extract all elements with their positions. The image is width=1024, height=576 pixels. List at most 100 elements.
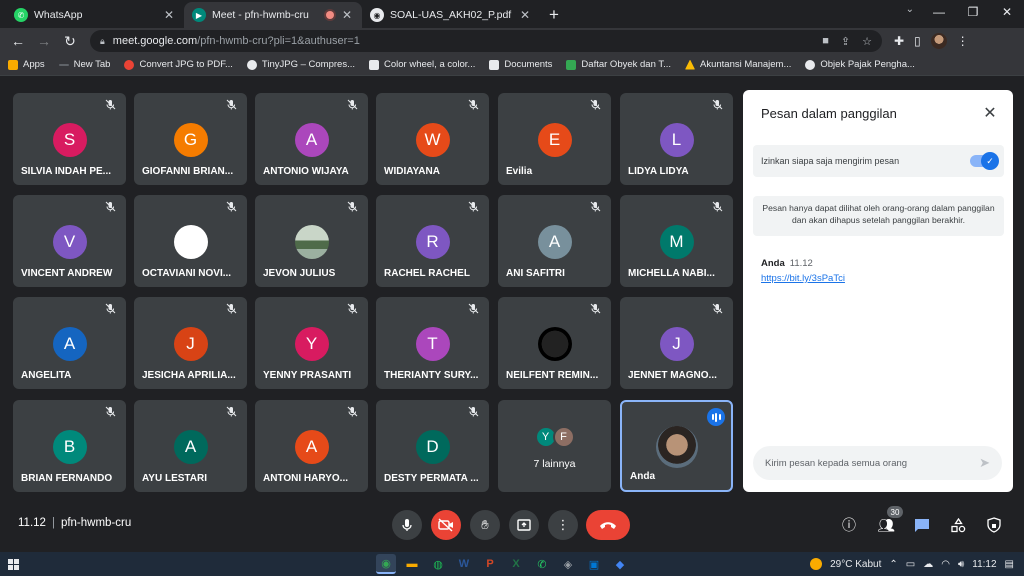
participant-tile[interactable]: S SILVIA INDAH PE... bbox=[13, 93, 126, 185]
microphone-button[interactable] bbox=[392, 510, 422, 540]
participant-tile[interactable]: NEILFENT REMIN... bbox=[498, 297, 611, 389]
raise-hand-button[interactable]: ✋︎ bbox=[470, 510, 500, 540]
reload-icon[interactable]: ↻ bbox=[58, 29, 82, 53]
participant-tile[interactable]: M MICHELLA NABI... bbox=[620, 195, 733, 287]
tab-close-icon[interactable]: ✕ bbox=[518, 8, 532, 22]
menu-kebab-icon[interactable]: ⋮ bbox=[957, 34, 969, 48]
bookmark-star-icon[interactable]: ☆ bbox=[862, 35, 872, 48]
tab-whatsapp[interactable]: ✆ WhatsApp ✕ bbox=[6, 2, 184, 28]
avatar: L bbox=[659, 123, 694, 157]
lock-icon[interactable]: 🔒︎ bbox=[100, 36, 105, 47]
more-avatars: Y F bbox=[534, 426, 575, 448]
participant-tile[interactable]: A ANI SAFITRI bbox=[498, 195, 611, 287]
more-participants-tile[interactable]: Y F 7 lainnya bbox=[498, 400, 611, 492]
taskbar-app-icon[interactable]: X bbox=[506, 554, 526, 574]
send-icon[interactable]: ➤ bbox=[979, 455, 990, 471]
bookmark-apps[interactable]: Apps bbox=[8, 59, 45, 70]
participant-tile[interactable]: A ANTONIO WIJAYA bbox=[255, 93, 368, 185]
tab-pdf[interactable]: ◉ SOAL-UAS_AKH02_P.pdf ✕ bbox=[362, 2, 540, 28]
present-screen-button[interactable] bbox=[509, 510, 539, 540]
tray-chevron-icon[interactable]: ⌃ bbox=[889, 559, 897, 570]
bookmark-new-tab[interactable]: New Tab bbox=[58, 59, 110, 70]
meeting-details-icon[interactable]: ⓘ bbox=[838, 514, 860, 536]
taskbar-app-icon[interactable]: ◉ bbox=[376, 554, 396, 574]
participant-tile[interactable]: A AYU LESTARI bbox=[134, 400, 247, 492]
message-link[interactable]: https://bit.ly/3sPaTci bbox=[761, 273, 845, 284]
leave-call-button[interactable] bbox=[586, 510, 630, 540]
microphone-icon bbox=[402, 519, 412, 531]
notification-icon[interactable]: ▤ bbox=[1005, 559, 1014, 570]
system-tray: 29°C Kabut ⌃ ▭ ☁ ◠ 🔊︎ 11:12 ▤ bbox=[810, 552, 1024, 576]
more-options-button[interactable]: ⋮ bbox=[548, 510, 578, 540]
participant-tile[interactable]: A ANGELITA bbox=[13, 297, 126, 389]
forward-icon[interactable]: → bbox=[32, 29, 56, 53]
participant-tile[interactable]: T THERIANTY SURY... bbox=[376, 297, 489, 389]
participant-tile[interactable]: R RACHEL RACHEL bbox=[376, 195, 489, 287]
extensions-icon[interactable]: ✚ bbox=[894, 34, 904, 48]
host-controls-icon[interactable] bbox=[983, 514, 1005, 536]
tray-volume-icon[interactable]: 🔊︎ bbox=[958, 559, 964, 570]
participant-tile[interactable]: G GIOFANNI BRIAN... bbox=[134, 93, 247, 185]
tab-close-icon[interactable]: ✕ bbox=[340, 8, 354, 22]
close-window-icon[interactable]: ✕ bbox=[990, 0, 1024, 24]
more-vert-icon: ⋮ bbox=[556, 517, 570, 532]
participant-tile[interactable]: J JENNET MAGNO... bbox=[620, 297, 733, 389]
address-bar[interactable]: 🔒︎ meet.google.com/pfn-hwmb-cru?pli=1&au… bbox=[90, 30, 882, 52]
taskbar-app-icon[interactable]: P bbox=[480, 554, 500, 574]
participant-tile[interactable]: J JESICHA APRILIA... bbox=[134, 297, 247, 389]
taskbar-app-icon[interactable]: ▣ bbox=[584, 554, 604, 574]
participant-tile[interactable]: E Evilia bbox=[498, 93, 611, 185]
self-tile[interactable]: Anda bbox=[620, 400, 733, 492]
participant-tile[interactable]: A ANTONI HARYO... bbox=[255, 400, 368, 492]
taskbar-app-icon[interactable]: ◆ bbox=[610, 554, 630, 574]
participant-tile[interactable]: B BRIAN FERNANDO bbox=[13, 400, 126, 492]
avatar: R bbox=[415, 225, 450, 259]
allow-messages-toggle[interactable]: ✓ bbox=[970, 152, 999, 170]
chat-icon[interactable] bbox=[911, 514, 933, 536]
people-icon[interactable]: 👥︎ 30 bbox=[875, 506, 903, 536]
bookmark-objek-pajak[interactable]: Objek Pajak Pengha... bbox=[805, 59, 915, 70]
side-panel-icon[interactable]: ▯ bbox=[914, 34, 921, 48]
bookmark-documents[interactable]: Documents bbox=[489, 59, 552, 70]
bookmark-color-wheel[interactable]: Color wheel, a color... bbox=[369, 59, 475, 70]
participant-tile[interactable]: L LIDYA LIDYA bbox=[620, 93, 733, 185]
participant-tile[interactable]: OCTAVIANI NOVI... bbox=[134, 195, 247, 287]
taskbar-app-icon[interactable]: ✆ bbox=[532, 554, 552, 574]
weather-text[interactable]: 29°C Kabut bbox=[830, 559, 881, 570]
taskbar-app-icon[interactable]: ◍ bbox=[428, 554, 448, 574]
minimize-icon[interactable]: — bbox=[922, 0, 956, 24]
windows-start-icon[interactable] bbox=[0, 552, 26, 576]
tray-cloud-icon[interactable]: ☁ bbox=[923, 559, 933, 570]
participant-tile[interactable]: V VINCENT ANDREW bbox=[13, 195, 126, 287]
tray-network-icon[interactable]: ▭ bbox=[906, 559, 915, 570]
bookmark-daftar-obyek[interactable]: Daftar Obyek dan T... bbox=[566, 59, 671, 70]
camera-off-button[interactable] bbox=[431, 510, 461, 540]
participant-name: JESICHA APRILIA... bbox=[142, 370, 236, 381]
profile-avatar[interactable] bbox=[930, 33, 947, 49]
mic-off-icon bbox=[105, 99, 116, 110]
participant-tile[interactable]: JEVON JULIUS bbox=[255, 195, 368, 287]
taskbar-app-icon[interactable]: ◈ bbox=[558, 554, 578, 574]
activities-icon[interactable] bbox=[947, 514, 969, 536]
taskbar-app-icon[interactable]: W bbox=[454, 554, 474, 574]
tab-close-icon[interactable]: ✕ bbox=[162, 8, 176, 22]
camera-permission-icon[interactable]: ■ bbox=[822, 35, 829, 48]
mic-off-icon bbox=[226, 303, 237, 314]
close-icon[interactable]: ✕ bbox=[979, 102, 1001, 124]
share-icon[interactable]: ⇪ bbox=[841, 35, 850, 48]
chat-message-input[interactable] bbox=[765, 457, 980, 469]
tab-search-icon[interactable]: ⌄ bbox=[906, 4, 914, 15]
taskbar-clock[interactable]: 11:12 bbox=[972, 559, 996, 570]
participant-tile[interactable]: W WIDIAYANA bbox=[376, 93, 489, 185]
tab-meet[interactable]: ▶ Meet - pfn-hwmb-cru ✕ bbox=[184, 2, 362, 28]
bookmark-tinyjpg[interactable]: TinyJPG – Compres... bbox=[246, 59, 355, 70]
bookmark-convert-jpg[interactable]: Convert JPG to PDF... bbox=[124, 59, 233, 70]
taskbar-app-icon[interactable]: ▬ bbox=[402, 554, 422, 574]
participant-tile[interactable]: Y YENNY PRASANTI bbox=[255, 297, 368, 389]
new-tab-button[interactable]: + bbox=[540, 2, 568, 28]
back-icon[interactable]: ← bbox=[6, 29, 30, 53]
restore-icon[interactable]: ❐ bbox=[956, 0, 990, 24]
bookmark-akuntansi[interactable]: Akuntansi Manajem... bbox=[685, 59, 791, 70]
participant-tile[interactable]: D DESTY PERMATA ... bbox=[376, 400, 489, 492]
tray-wifi-icon[interactable]: ◠ bbox=[941, 559, 950, 570]
